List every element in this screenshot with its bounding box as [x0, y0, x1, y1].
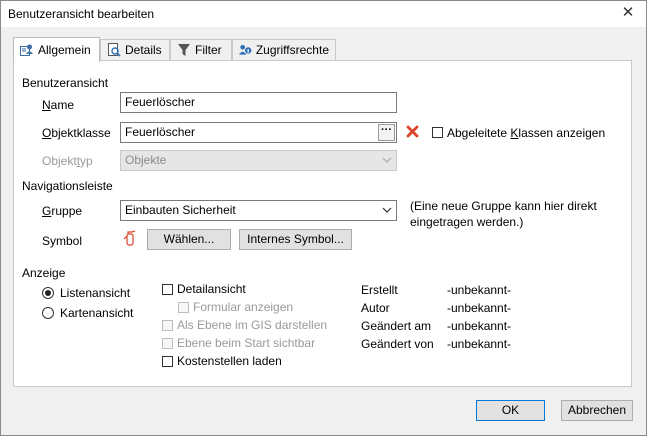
tab-label: Zugriffsrechte — [255, 43, 329, 57]
close-icon[interactable]: ✕ — [619, 4, 637, 22]
detailansicht-checkbox[interactable] — [162, 284, 173, 295]
waehlen-button[interactable]: Wählen... — [147, 229, 231, 250]
listenansicht-label: Listenansicht — [60, 286, 131, 300]
details-search-icon — [108, 43, 121, 57]
name-label: Name — [42, 98, 75, 112]
symbol-label: Symbol — [42, 234, 83, 248]
section-benutzeransicht: Benutzeransicht — [22, 76, 109, 90]
objektklasse-input[interactable]: Feuerlöscher ··· — [120, 122, 397, 143]
name-input[interactable]: Feuerlöscher — [120, 92, 397, 113]
meta-autor-key: Autor — [361, 301, 390, 315]
detailansicht-label: Detailansicht — [177, 282, 246, 296]
start-sichtbar-label: Ebene beim Start sichtbar — [177, 336, 316, 350]
section-anzeige: Anzeige — [22, 266, 66, 280]
meta-geaendert-am-value: -unbekannt- — [447, 319, 512, 333]
browse-button[interactable]: ··· — [378, 124, 395, 141]
start-sichtbar-checkbox — [162, 338, 173, 349]
gruppe-label: Gruppe — [42, 204, 83, 218]
objekttyp-select: Objekte — [120, 150, 397, 171]
fire-extinguisher-icon — [123, 230, 136, 246]
user-view-icon — [20, 44, 33, 56]
dialog-window: Benutzeransicht bearbeiten ✕ Allgemein D… — [0, 0, 647, 436]
tab-details[interactable]: Details — [100, 39, 170, 60]
tab-label: Details — [125, 43, 162, 57]
clear-x-icon[interactable] — [406, 125, 419, 138]
tab-zugriffsrechte[interactable]: Zugriffsrechte — [232, 39, 336, 60]
filter-funnel-icon — [178, 44, 190, 56]
ok-button[interactable]: OK — [476, 400, 545, 421]
internes-symbol-button[interactable]: Internes Symbol... — [239, 229, 352, 250]
gis-ebene-checkbox — [162, 320, 173, 331]
gruppe-combobox[interactable]: Einbauten Sicherheit — [120, 200, 397, 221]
meta-geaendert-von-key: Geändert von — [361, 337, 434, 351]
tab-label: Filter — [195, 43, 222, 57]
section-navigationsleiste: Navigationsleiste — [22, 179, 113, 193]
tab-panel-allgemein: Benutzeransicht Name Feuerlöscher Objekt… — [13, 60, 632, 387]
tab-filter[interactable]: Filter — [170, 39, 232, 60]
chevron-down-icon — [382, 157, 392, 163]
radio-listenansicht[interactable] — [42, 287, 54, 299]
meta-erstellt-value: -unbekannt- — [447, 283, 512, 297]
formular-checkbox — [178, 302, 189, 313]
radio-kartenansicht[interactable] — [42, 307, 54, 319]
kostenstellen-label: Kostenstellen laden — [177, 354, 282, 368]
gruppe-value: Einbauten Sicherheit — [125, 203, 236, 217]
window-title: Benutzeransicht bearbeiten — [8, 7, 155, 21]
formular-label: Formular anzeigen — [193, 300, 294, 314]
meta-geaendert-von-value: -unbekannt- — [447, 337, 512, 351]
gis-ebene-label: Als Ebene im GIS darstellen — [177, 318, 328, 332]
tab-label: Allgemein — [38, 43, 91, 57]
kostenstellen-checkbox[interactable] — [162, 356, 173, 367]
title-bar: Benutzeransicht bearbeiten ✕ — [1, 1, 646, 27]
objekttyp-label: Objekttyp — [42, 154, 93, 168]
chevron-down-icon[interactable] — [381, 204, 393, 216]
objekttyp-value: Objekte — [125, 153, 167, 167]
meta-autor-value: -unbekannt- — [447, 301, 512, 315]
tab-allgemein[interactable]: Allgemein — [13, 37, 100, 62]
objektklasse-value: Feuerlöscher — [125, 125, 196, 139]
kartenansicht-label: Kartenansicht — [60, 306, 134, 320]
abgeleitete-klassen-label: Abgeleitete Klassen anzeigen — [447, 126, 606, 140]
objektklasse-label: Objektklasse — [42, 126, 111, 140]
abgeleitete-klassen-checkbox[interactable] — [432, 127, 443, 138]
meta-geaendert-am-key: Geändert am — [361, 319, 432, 333]
gruppe-hint: (Eine neue Gruppe kann hier direkt einge… — [410, 199, 597, 229]
meta-erstellt-key: Erstellt — [361, 283, 398, 297]
users-lock-icon — [239, 44, 252, 55]
cancel-button[interactable]: Abbrechen — [561, 400, 633, 421]
